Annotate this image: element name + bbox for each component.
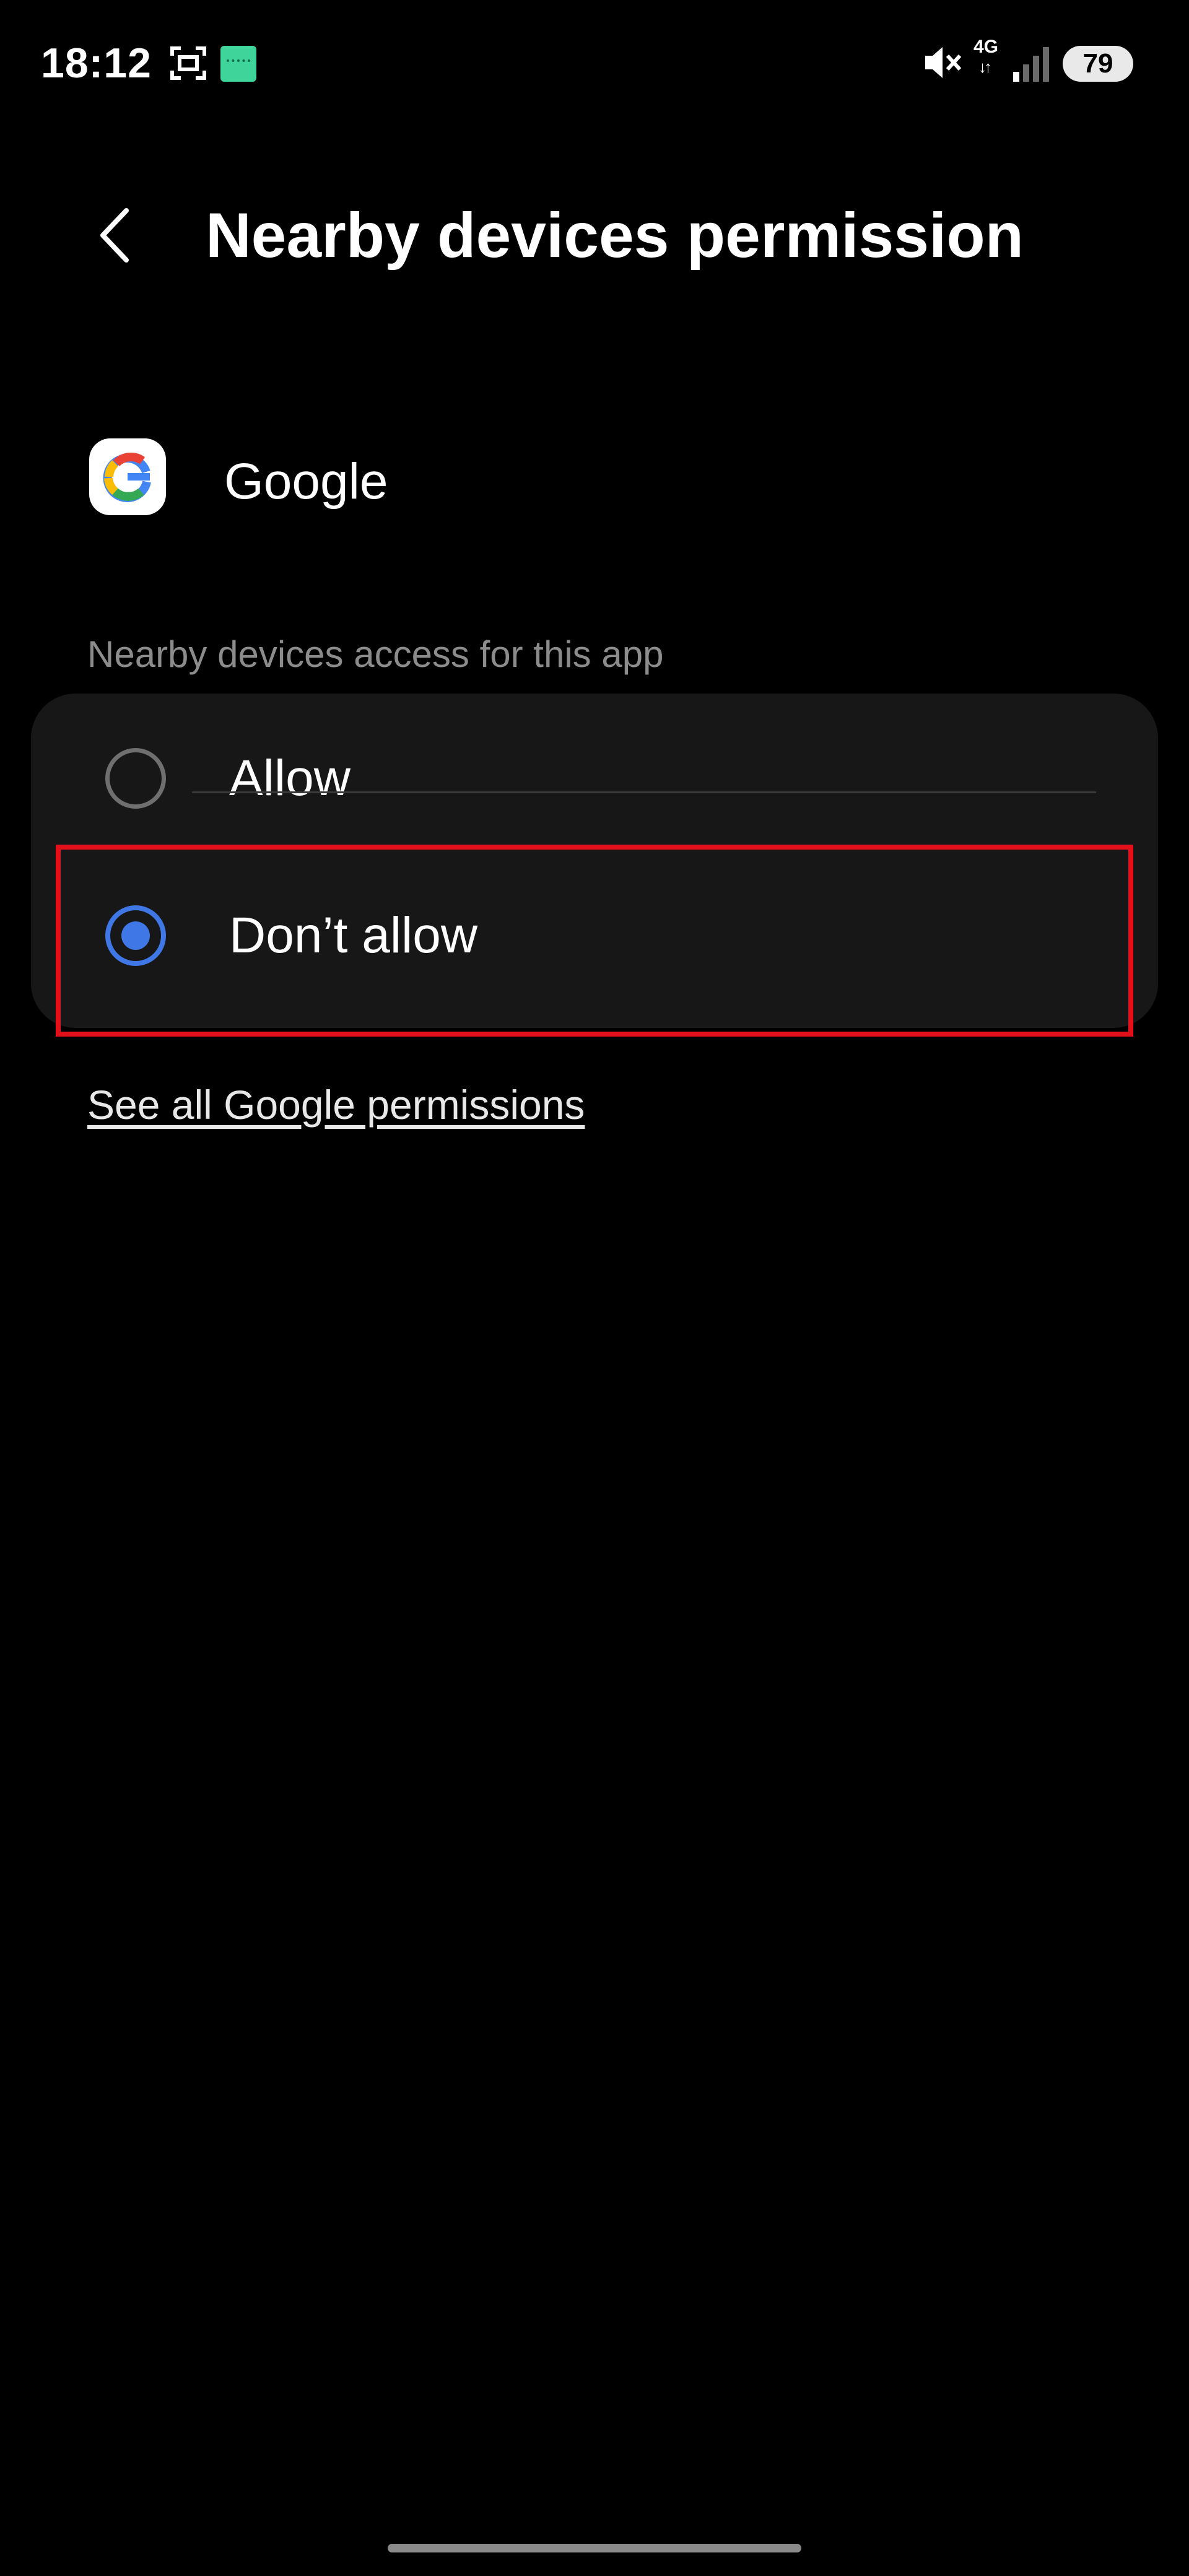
signal-strength-icon (1013, 47, 1049, 82)
allow-option[interactable]: Allow (31, 694, 1158, 861)
options-card: Allow Don’t allow (31, 694, 1158, 1028)
allow-label: Allow (229, 750, 351, 806)
app-notification-icon (220, 46, 256, 82)
dont-allow-option[interactable]: Don’t allow (31, 861, 1158, 1028)
network-label: 4G (973, 37, 999, 57)
status-bar: 18:12 4G ↓↑ 79 (0, 0, 1189, 124)
radio-dot (121, 921, 150, 950)
chevron-left-icon (100, 208, 129, 263)
network-arrows: ↓↑ (978, 58, 992, 76)
status-time: 18:12 (41, 40, 152, 87)
back-button[interactable] (74, 186, 155, 285)
navigation-handle[interactable] (388, 2544, 801, 2552)
radio-selected-icon[interactable] (105, 905, 166, 966)
app-info-row: Google (81, 427, 1108, 526)
section-label: Nearby devices access for this app (87, 633, 664, 675)
radio-unselected-icon[interactable] (105, 748, 166, 809)
mute-icon (925, 47, 962, 78)
google-logo-icon (89, 438, 166, 515)
app-name: Google (224, 453, 388, 510)
page-title: Nearby devices permission (206, 200, 1024, 271)
screen-recorder-icon (170, 46, 206, 80)
battery-icon: 79 (1063, 46, 1133, 82)
option-divider (192, 791, 1096, 793)
see-all-permissions-link[interactable]: See all Google permissions (87, 1077, 585, 1132)
dont-allow-label: Don’t allow (229, 907, 478, 964)
network-4g-icon: 4G ↓↑ (973, 37, 1008, 89)
